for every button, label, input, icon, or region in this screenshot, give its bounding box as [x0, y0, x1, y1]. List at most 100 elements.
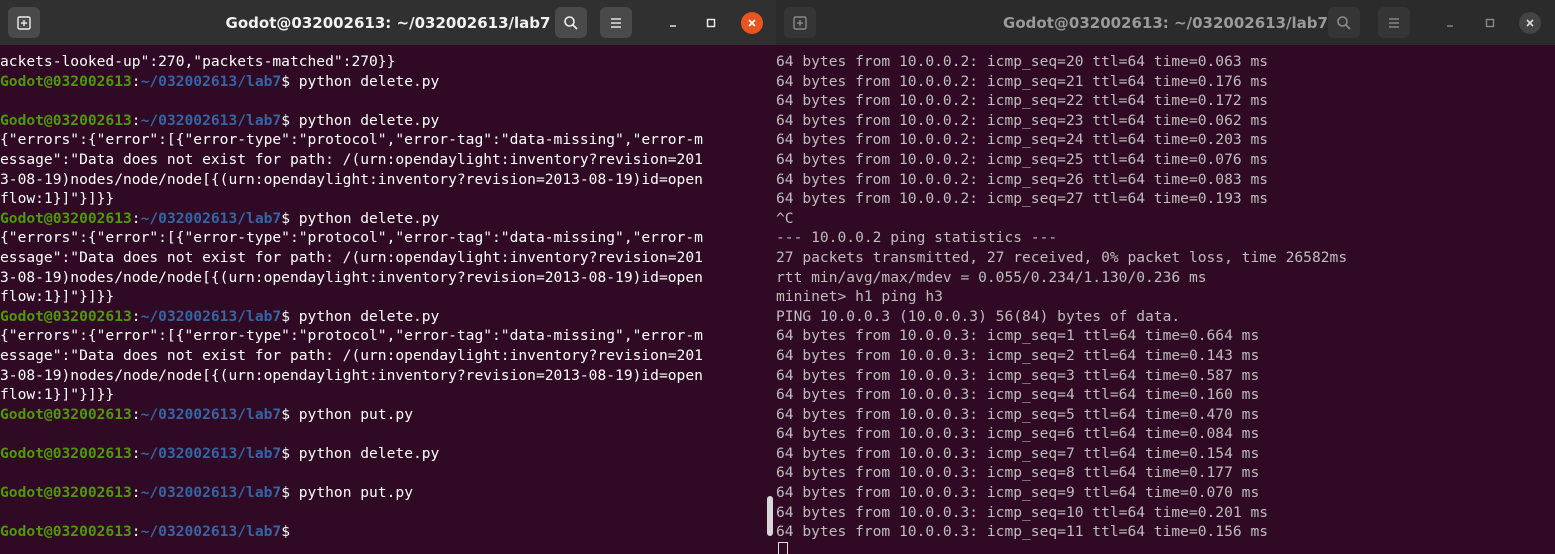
- output-line: 64 bytes from 10.0.0.3: icmp_seq=11 ttl=…: [776, 523, 1269, 541]
- prompt-path: ~/032002613/lab7: [140, 72, 282, 90]
- left-titlebar[interactable]: Godot@032002613: ~/032002613/lab7: [0, 0, 776, 45]
- maximize-button[interactable]: [1479, 12, 1501, 34]
- maximize-icon: [706, 18, 716, 28]
- prompt-command: $: [281, 523, 290, 541]
- prompt-command: $ python delete.py: [281, 72, 440, 90]
- prompt-command: $ python delete.py: [281, 209, 440, 227]
- prompt-user: Godot@032002613: [0, 523, 132, 541]
- output-line: 64 bytes from 10.0.0.2: icmp_seq=20 ttl=…: [776, 53, 1269, 70]
- search-icon: [1337, 15, 1351, 30]
- minimize-icon: [1447, 25, 1453, 27]
- minimize-icon: [670, 25, 676, 27]
- output-line: essage":"Data does not exist for path: /…: [0, 150, 703, 168]
- prompt-path: ~/032002613/lab7: [140, 523, 282, 541]
- menu-button[interactable]: [1378, 7, 1410, 38]
- output-line: flow:1}]"}]}}: [0, 386, 115, 404]
- new-tab-button[interactable]: [8, 7, 40, 38]
- prompt-line: Godot@032002613:~/032002613/lab7$ python…: [0, 483, 776, 503]
- prompt-line: Godot@032002613:~/032002613/lab7$ python…: [0, 209, 776, 229]
- prompt-user: Godot@032002613: [0, 405, 132, 423]
- new-tab-icon: [17, 15, 31, 30]
- close-button[interactable]: [741, 12, 763, 34]
- output-line: mininet> h1 ping h3: [776, 288, 943, 306]
- right-terminal-window: Godot@032002613: ~/032002613/lab7 64 byt…: [776, 0, 1555, 554]
- prompt-line: Godot@032002613:~/032002613/lab7$: [0, 522, 776, 542]
- scrollbar-thumb[interactable]: [767, 496, 773, 536]
- minimize-button[interactable]: [662, 12, 684, 34]
- prompt-line: Godot@032002613:~/032002613/lab7$ python…: [0, 111, 776, 131]
- prompt-separator: :: [131, 307, 141, 325]
- right-titlebar[interactable]: Godot@032002613: ~/032002613/lab7: [776, 0, 1555, 45]
- search-button[interactable]: [555, 7, 587, 38]
- prompt-user: Godot@032002613: [0, 111, 132, 129]
- output-line: 64 bytes from 10.0.0.3: icmp_seq=6 ttl=6…: [776, 425, 1260, 443]
- prompt-line: Godot@032002613:~/032002613/lab7$ python…: [0, 72, 776, 92]
- search-icon: [564, 15, 578, 30]
- prompt-command: $ python put.py: [281, 405, 413, 423]
- prompt-separator: :: [131, 523, 141, 541]
- maximize-icon: [1485, 18, 1495, 28]
- output-line: ^C: [776, 209, 794, 227]
- new-tab-icon: [793, 15, 807, 30]
- minimize-button[interactable]: [1439, 12, 1461, 34]
- output-line: essage":"Data does not exist for path: /…: [0, 346, 703, 364]
- output-line: 64 bytes from 10.0.0.2: icmp_seq=26 ttl=…: [776, 170, 1269, 188]
- prompt-user: Godot@032002613: [0, 307, 132, 325]
- prompt-path: ~/032002613/lab7: [140, 444, 282, 462]
- prompt-command: $ python delete.py: [281, 444, 440, 462]
- output-line: 64 bytes from 10.0.0.2: icmp_seq=21 ttl=…: [776, 72, 1269, 90]
- terminal-output[interactable]: ackets-looked-up":270,"packets-matched":…: [0, 52, 776, 554]
- output-line: 64 bytes from 10.0.0.3: icmp_seq=4 ttl=6…: [776, 386, 1260, 404]
- prompt-path: ~/032002613/lab7: [140, 111, 282, 129]
- output-line: rtt min/avg/max/mdev = 0.055/0.234/1.130…: [776, 268, 1207, 286]
- output-line: essage":"Data does not exist for path: /…: [0, 248, 703, 266]
- output-line: 64 bytes from 10.0.0.2: icmp_seq=24 ttl=…: [776, 131, 1269, 149]
- prompt-separator: :: [131, 444, 141, 462]
- text-cursor: [778, 541, 788, 554]
- menu-button[interactable]: [600, 7, 632, 38]
- left-terminal-window: Godot@032002613: ~/032002613/lab7 ackets…: [0, 0, 776, 554]
- close-button[interactable]: [1519, 12, 1541, 34]
- prompt-line: Godot@032002613:~/032002613/lab7$ python…: [0, 444, 776, 464]
- output-line: {"errors":{"error":[{"error-type":"proto…: [0, 131, 703, 149]
- prompt-separator: :: [131, 72, 141, 90]
- prompt-command: $ python delete.py: [281, 111, 440, 129]
- output-line: --- 10.0.0.2 ping statistics ---: [776, 229, 1058, 247]
- prompt-line: Godot@032002613:~/032002613/lab7$ python…: [0, 405, 776, 425]
- output-line: 64 bytes from 10.0.0.2: icmp_seq=23 ttl=…: [776, 111, 1269, 129]
- output-line: 64 bytes from 10.0.0.3: icmp_seq=9 ttl=6…: [776, 484, 1260, 502]
- search-button[interactable]: [1328, 7, 1360, 38]
- prompt-separator: :: [131, 111, 141, 129]
- prompt-path: ~/032002613/lab7: [140, 209, 282, 227]
- prompt-path: ~/032002613/lab7: [140, 484, 282, 502]
- prompt-separator: :: [131, 209, 141, 227]
- output-line: 3-08-19)nodes/node/node[{(urn:opendaylig…: [0, 268, 703, 286]
- output-line: 27 packets transmitted, 27 received, 0% …: [776, 248, 1348, 266]
- terminal-output[interactable]: 64 bytes from 10.0.0.2: icmp_seq=20 ttl=…: [776, 52, 1555, 554]
- prompt-line: Godot@032002613:~/032002613/lab7$ python…: [0, 307, 776, 327]
- output-line: ackets-looked-up":270,"packets-matched":…: [0, 53, 396, 70]
- output-line: 64 bytes from 10.0.0.3: icmp_seq=8 ttl=6…: [776, 464, 1260, 482]
- prompt-separator: :: [131, 405, 141, 423]
- output-line: {"errors":{"error":[{"error-type":"proto…: [0, 229, 703, 247]
- prompt-command: $ python delete.py: [281, 307, 440, 325]
- prompt-separator: :: [131, 484, 141, 502]
- cursor-line: [776, 541, 1555, 554]
- prompt-user: Godot@032002613: [0, 72, 132, 90]
- output-line: 64 bytes from 10.0.0.2: icmp_seq=25 ttl=…: [776, 150, 1269, 168]
- window-title: Godot@032002613: ~/032002613/lab7: [1003, 13, 1328, 32]
- new-tab-button[interactable]: [784, 7, 816, 38]
- output-line: flow:1}]"}]}}: [0, 288, 115, 306]
- close-icon: [748, 19, 756, 27]
- output-line: 3-08-19)nodes/node/node[{(urn:opendaylig…: [0, 366, 703, 384]
- output-line: 64 bytes from 10.0.0.3: icmp_seq=3 ttl=6…: [776, 366, 1260, 384]
- output-line: 64 bytes from 10.0.0.3: icmp_seq=10 ttl=…: [776, 503, 1269, 521]
- prompt-path: ~/032002613/lab7: [140, 405, 282, 423]
- maximize-button[interactable]: [700, 12, 722, 34]
- hamburger-menu-icon: [611, 17, 621, 28]
- output-line: 64 bytes from 10.0.0.3: icmp_seq=2 ttl=6…: [776, 346, 1260, 364]
